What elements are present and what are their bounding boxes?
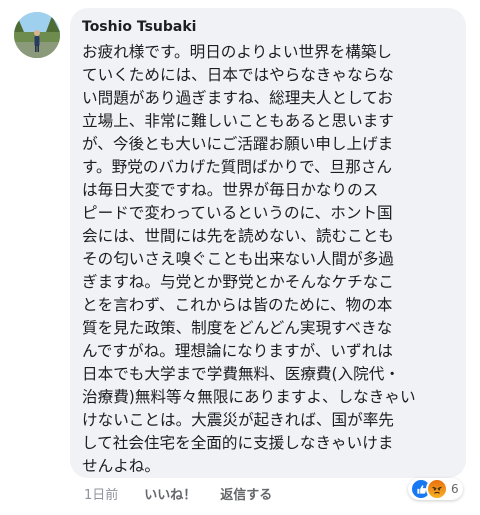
comment-bubble: Toshio Tsubaki お疲れ様です。明日のよりよい世界を構築し ていくた… bbox=[70, 8, 466, 478]
comment-actions: 1日前 いいね！ 返信する bbox=[84, 482, 272, 504]
reply-button[interactable]: 返信する bbox=[220, 484, 272, 503]
angry-icon bbox=[426, 478, 448, 500]
comment-text: お疲れ様です。明日のよりよい世界を構築し ていくためには、日本ではやらなきゃなら… bbox=[82, 43, 416, 475]
reactions-summary[interactable]: 6 bbox=[408, 478, 463, 500]
avatar[interactable] bbox=[14, 12, 60, 58]
timestamp[interactable]: 1日前 bbox=[84, 484, 118, 503]
avatar-photo bbox=[14, 12, 60, 58]
reaction-count: 6 bbox=[451, 482, 459, 496]
comment-container: Toshio Tsubaki お疲れ様です。明日のよりよい世界を構築し ていくた… bbox=[0, 0, 480, 515]
like-button[interactable]: いいね！ bbox=[144, 484, 196, 503]
author-name[interactable]: Toshio Tsubaki bbox=[82, 18, 456, 36]
